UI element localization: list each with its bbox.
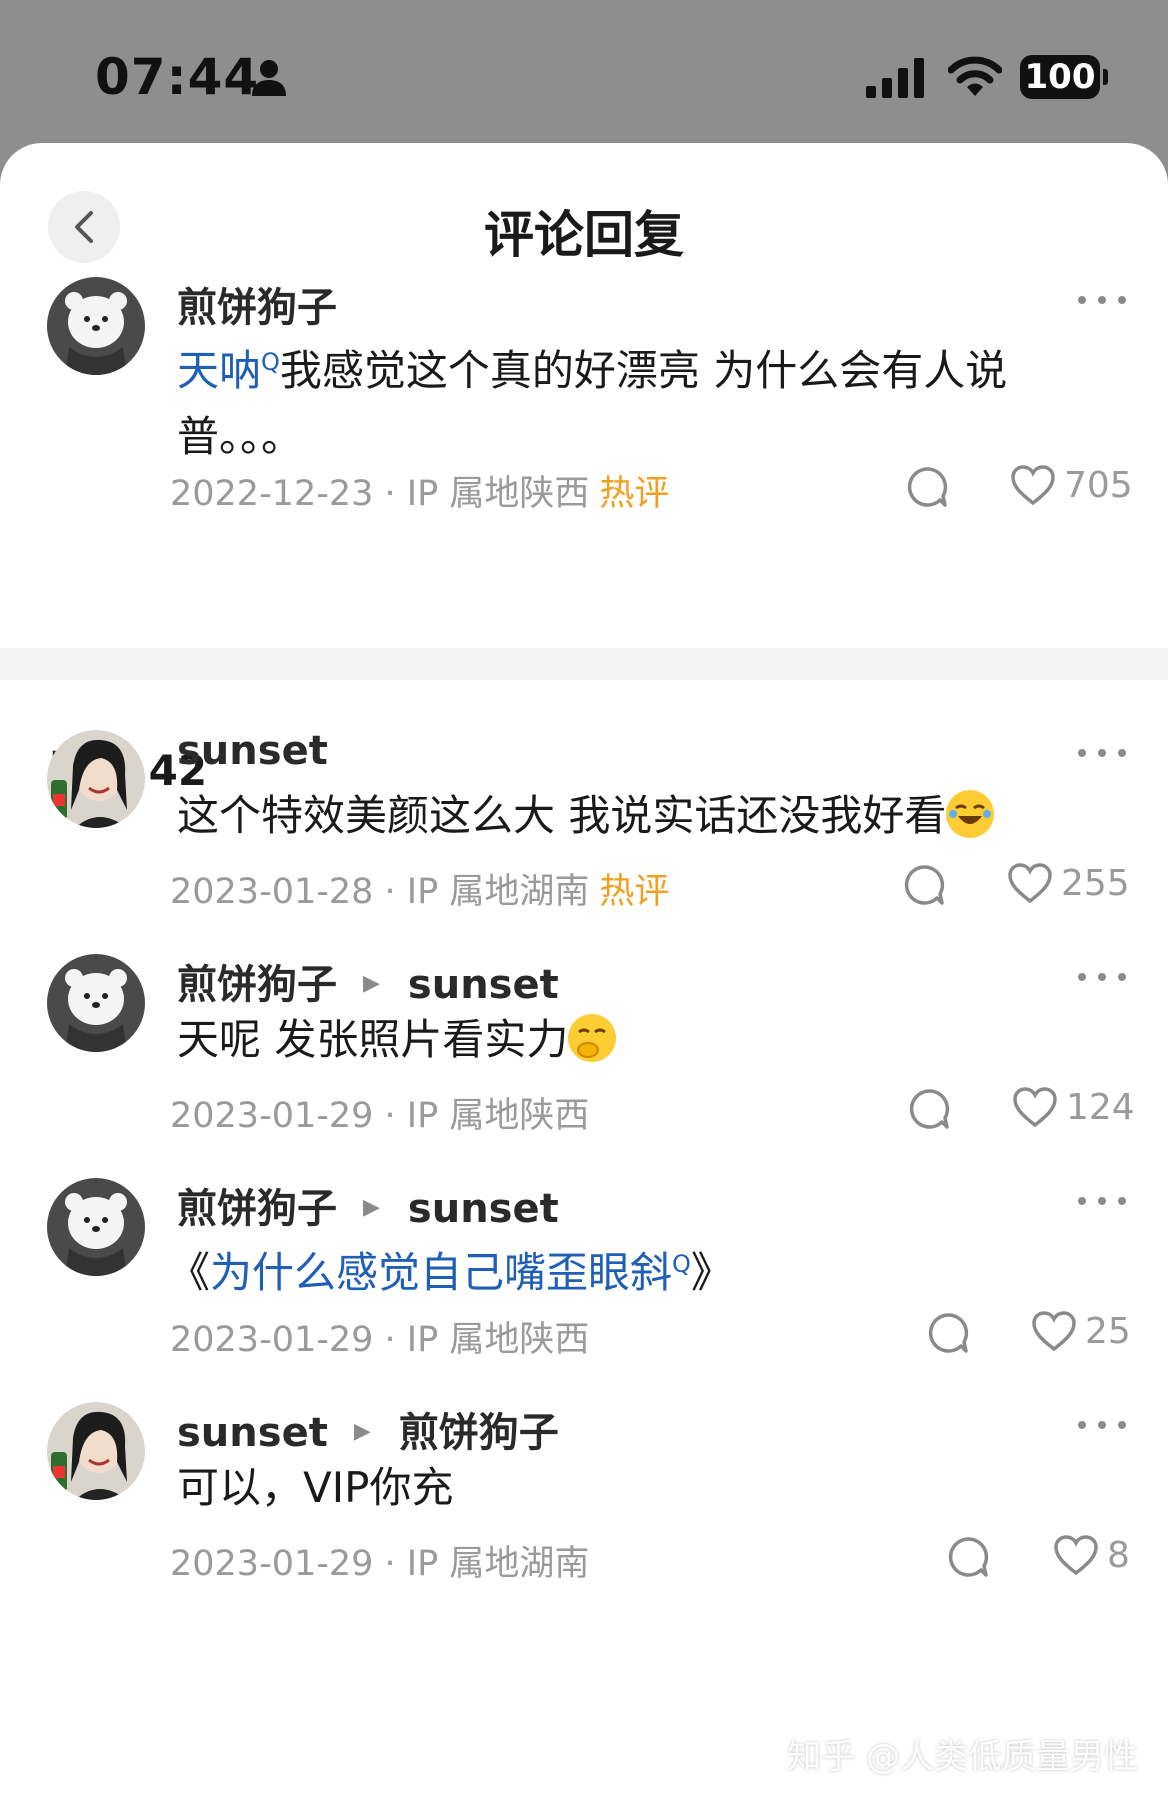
more-options-icon[interactable] — [1078, 1194, 1126, 1208]
comment-meta: 2023-01-28 · IP 属地湖南 热评 — [170, 872, 670, 912]
reply-arrow-icon: ▶ — [363, 1194, 380, 1220]
author-name[interactable]: 煎饼狗子 — [177, 962, 337, 1008]
heart-icon — [1032, 1311, 1076, 1352]
status-bar: 07:44 100 — [0, 0, 1168, 145]
like-button[interactable]: 8 — [1053, 1534, 1130, 1576]
hot-badge: 热评 — [599, 474, 670, 514]
comment-text: 《为什么感觉自己嘴歪眼斜Q》 — [168, 1248, 733, 1297]
hot-badge: 热评 — [599, 872, 670, 912]
reply-arrow-icon: ▶ — [353, 1418, 371, 1444]
reply-arrow-icon: ▶ — [363, 970, 380, 996]
avatar[interactable] — [47, 954, 145, 1052]
like-button[interactable]: 255 — [1007, 862, 1130, 904]
comment-text: 可以，VIP你充 — [177, 1463, 454, 1512]
section-divider — [0, 648, 1168, 680]
comment-author[interactable]: sunset — [177, 728, 328, 774]
reply-to-name[interactable]: sunset — [408, 962, 559, 1008]
more-options-icon[interactable] — [1078, 293, 1126, 307]
reply-icon[interactable] — [946, 1535, 990, 1579]
comment-meta: 2023-01-29 · IP 属地陕西 — [170, 1096, 590, 1136]
reply-icon[interactable] — [902, 863, 946, 907]
more-options-icon[interactable] — [1078, 746, 1126, 760]
heart-icon — [1013, 1087, 1057, 1128]
page-title: 评论回复 — [484, 206, 684, 264]
search-icon: Q — [261, 348, 280, 376]
search-link[interactable]: 为什么感觉自己嘴歪眼斜 — [210, 1248, 672, 1297]
comment-text: 这个特效美颜这么大 我说实话还没我好看 — [177, 783, 1117, 849]
like-count: 25 — [1085, 1310, 1131, 1352]
author-name[interactable]: 煎饼狗子 — [177, 1186, 337, 1232]
author-name[interactable]: sunset — [177, 728, 328, 774]
comment-text: 天呢 发张照片看实力 — [177, 1007, 1117, 1073]
author-name[interactable]: 煎饼狗子 — [177, 285, 337, 331]
comment-text: 天呐Q我感觉这个真的好漂亮 为什么会有人说普。。。 — [177, 346, 1008, 461]
reply-to-name[interactable]: 煎饼狗子 — [399, 1410, 559, 1456]
smirk-emoji-icon — [568, 1014, 617, 1062]
avatar[interactable] — [47, 1402, 145, 1500]
like-button[interactable]: 25 — [1031, 1310, 1131, 1352]
comment-author[interactable]: sunset ▶ 煎饼狗子 — [177, 1400, 559, 1458]
battery-indicator: 100 — [1020, 55, 1108, 99]
heart-icon — [1054, 1535, 1098, 1576]
avatar[interactable] — [47, 730, 145, 828]
more-options-icon[interactable] — [1078, 1418, 1126, 1432]
reply-icon[interactable] — [926, 1311, 970, 1355]
like-count: 8 — [1107, 1534, 1130, 1576]
author-name[interactable]: sunset — [177, 1410, 328, 1456]
laughing-emoji-icon — [946, 790, 995, 838]
comment-author[interactable]: 煎饼狗子 — [177, 275, 337, 333]
reply-icon[interactable] — [907, 1087, 951, 1131]
avatar[interactable] — [47, 1178, 145, 1276]
like-button[interactable]: 124 — [1012, 1086, 1135, 1128]
more-options-icon[interactable] — [1078, 970, 1126, 984]
like-count: 124 — [1066, 1086, 1135, 1128]
comment-meta: 2023-01-29 · IP 属地湖南 — [170, 1544, 590, 1584]
signal-icon — [866, 58, 924, 98]
status-time: 07:44 — [95, 48, 260, 106]
watermark: 知乎 @人类低质量男性 — [787, 1737, 1138, 1777]
person-icon — [252, 60, 286, 96]
like-count: 255 — [1061, 862, 1130, 904]
avatar[interactable] — [47, 277, 145, 375]
comment-author[interactable]: 煎饼狗子 ▶ sunset — [177, 952, 559, 1010]
heart-icon — [1011, 465, 1055, 506]
like-count: 705 — [1064, 464, 1133, 506]
reply-to-name[interactable]: sunset — [408, 1186, 559, 1232]
heart-icon — [1008, 863, 1052, 904]
comment-author[interactable]: 煎饼狗子 ▶ sunset — [177, 1176, 559, 1234]
like-button[interactable]: 705 — [1010, 464, 1133, 506]
reply-icon[interactable] — [905, 465, 949, 509]
search-icon: Q — [672, 1250, 691, 1278]
comment-meta: 2023-01-29 · IP 属地陕西 — [170, 1320, 590, 1360]
wifi-icon — [948, 56, 1002, 96]
comment-meta: 2022-12-23 · IP 属地陕西 热评 — [170, 474, 670, 514]
comment-reply-sheet: 评论回复 煎饼狗子 天呐Q我感觉这个真的好漂亮 为什么会有人说普。。。 2022… — [0, 143, 1168, 1808]
search-link[interactable]: 天呐 — [177, 346, 261, 395]
